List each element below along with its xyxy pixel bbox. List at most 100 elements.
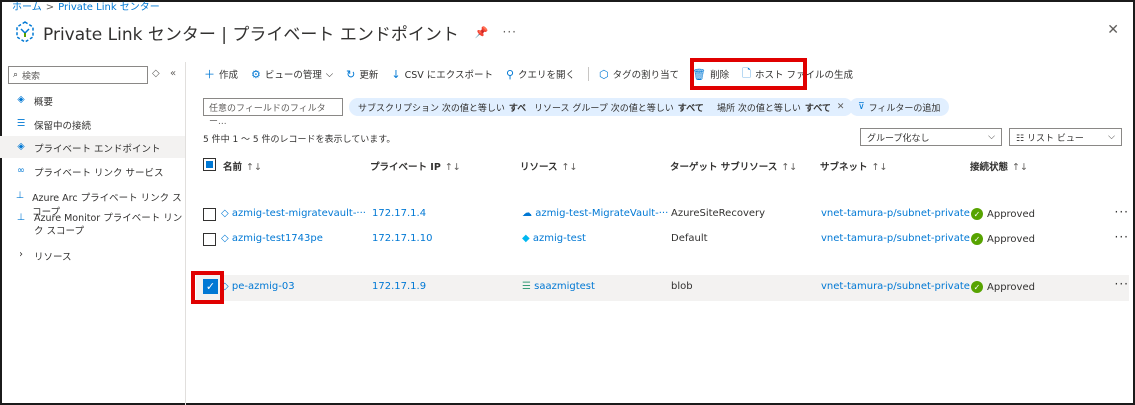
- row-ip: 172.17.1.9: [372, 281, 427, 292]
- remove-filter-icon[interactable]: ✕: [837, 102, 845, 112]
- list-icon: ☰: [16, 118, 26, 129]
- overview-icon: ◈: [17, 94, 25, 105]
- more-options-icon[interactable]: ···: [503, 25, 517, 39]
- list-view-icon: ☷: [1016, 133, 1025, 144]
- search-icon: ⌕: [13, 70, 19, 80]
- sidebar-item-label: 保留中の接続: [34, 121, 92, 132]
- highlight-box: [191, 271, 224, 304]
- row-subnet-link[interactable]: vnet-tamura-p/subnet-private: [821, 281, 970, 292]
- cube-icon: ◆: [522, 233, 530, 244]
- page-title: Private Link センター | プライベート エンドポイント: [43, 24, 459, 45]
- collapse-options-icon[interactable]: ◇: [152, 68, 160, 79]
- checkmark-icon: ✓: [971, 233, 983, 245]
- table-row[interactable]: ◇ azmig-test1743pe 172.17.1.10 ◆ azmig-t…: [196, 228, 1129, 252]
- sidebar-item-label: プライベート リンク サービス: [34, 168, 164, 179]
- row-target: AzureSiteRecovery: [671, 208, 766, 219]
- row-target: blob: [671, 281, 693, 292]
- breadcrumb-home[interactable]: ホーム: [12, 2, 42, 13]
- status-badge: ✓ Approved: [971, 233, 1035, 245]
- view-mode-dropdown[interactable]: ☷ リスト ビュー ⌵: [1009, 128, 1122, 146]
- row-checkbox[interactable]: [203, 233, 216, 249]
- add-filter-button[interactable]: ⊽ フィルターの追加: [849, 98, 950, 116]
- storage-account-icon: ☰: [522, 281, 531, 292]
- sidebar-item-label: Azure Monitor プライベート リンク スコープ: [34, 213, 183, 237]
- row-name-link[interactable]: azmig-test1743pe: [232, 233, 323, 244]
- refresh-button[interactable]: ↻ 更新: [346, 67, 378, 82]
- close-icon[interactable]: ✕: [1107, 22, 1119, 38]
- sort-icon: ↑↓: [781, 162, 798, 173]
- resource-group-filter-pill[interactable]: リソース グループ 次の値と等しいすべて✕: [525, 98, 727, 116]
- sidebar-item-label: 概要: [34, 97, 54, 108]
- sort-icon: ↑↓: [246, 162, 262, 173]
- row-ip: 172.17.1.4: [372, 208, 427, 219]
- row-subnet-link[interactable]: vnet-tamura-p/subnet-private: [821, 208, 970, 219]
- column-header-state[interactable]: 接続状態 ↑↓: [970, 159, 1028, 173]
- endpoint-icon: ◈: [17, 141, 25, 152]
- plus-icon: ＋: [204, 68, 215, 81]
- row-name-link[interactable]: azmig-test-migratevault-···: [232, 208, 366, 219]
- row-more-icon[interactable]: ···: [1115, 205, 1129, 219]
- table-header: 名前 ↑↓ プライベート IP ↑↓ リソース ↑↓ ターゲット サブリソース ↑↓ サ…: [203, 155, 1135, 177]
- column-header-name[interactable]: 名前 ↑↓: [223, 159, 262, 173]
- private-link-icon: [16, 21, 34, 43]
- row-resource-link[interactable]: azmig-test: [533, 233, 586, 244]
- search-placeholder: 検索: [22, 71, 41, 82]
- page-header: Private Link センター | プライベート エンドポイント 📌 ···: [13, 18, 517, 46]
- subscription-filter-pill[interactable]: サブスクリプション 次の値と等しい すべて: [349, 98, 544, 116]
- location-filter-pill[interactable]: 場所 次の値と等しい すべて ✕: [708, 98, 854, 116]
- pin-icon[interactable]: 📌: [475, 26, 489, 39]
- chevron-down-icon: ⌵: [988, 132, 995, 142]
- grouping-dropdown[interactable]: グループ化なし ⌵: [860, 128, 1002, 146]
- row-resource-link[interactable]: azmig-test-MigrateVault-···: [535, 208, 668, 219]
- sidebar-item-overview[interactable]: ◈ 概要: [0, 94, 185, 112]
- query-icon: ⚲: [505, 67, 515, 81]
- table-row-selected[interactable]: ✓ ◇ pe-azmig-03 172.17.1.9 ☰ saazmigtest…: [196, 275, 1129, 301]
- checkmark-icon: ✓: [971, 208, 983, 220]
- row-checkbox[interactable]: [203, 208, 216, 224]
- column-header-target[interactable]: ターゲット サブリソース ↑↓: [670, 159, 797, 173]
- open-query-button[interactable]: ⚲ クエリを開く: [505, 67, 575, 82]
- column-header-resource[interactable]: リソース ↑↓: [520, 159, 577, 173]
- row-resource-link[interactable]: saazmigtest: [534, 281, 595, 292]
- row-name-link[interactable]: pe-azmig-03: [232, 281, 295, 292]
- assign-tags-button[interactable]: ⬡ タグの割り当て: [599, 67, 679, 82]
- sidebar-item-private-endpoint[interactable]: ◈ プライベート エンドポイント: [0, 136, 185, 158]
- status-badge: ✓ Approved: [971, 208, 1035, 220]
- sidebar-item-pending[interactable]: ☰ 保留中の接続: [0, 118, 185, 136]
- breadcrumb-current[interactable]: Private Link センター: [58, 2, 160, 13]
- export-csv-button[interactable]: ↓ CSV にエクスポート: [391, 67, 493, 82]
- toolbar-divider: [588, 67, 590, 81]
- gear-icon: ⚙: [251, 67, 261, 81]
- sort-icon: ↑↓: [444, 162, 461, 173]
- highlight-box: [690, 58, 807, 90]
- column-header-subnet[interactable]: サブネット ↑↓: [820, 159, 887, 173]
- table-row[interactable]: ◇ azmig-test-migratevault-··· 172.17.1.4…: [196, 203, 1129, 227]
- sidebar-item-arc-scope[interactable]: ⊥ Azure Arc プライベート リンク スコープ: [0, 190, 185, 218]
- sort-icon: ↑↓: [871, 162, 888, 173]
- row-subnet-link[interactable]: vnet-tamura-p/subnet-private: [821, 233, 970, 244]
- column-header-ip[interactable]: プライベート IP ↑↓: [370, 159, 461, 173]
- sidebar-search-input[interactable]: ⌕ 検索: [8, 66, 148, 84]
- chevron-right-icon: ›: [19, 249, 23, 260]
- row-more-icon[interactable]: ···: [1115, 277, 1129, 291]
- monitor-scope-icon: ⊥: [16, 212, 26, 223]
- records-count: 5 件中 1 ～ 5 件のレコードを表示しています。: [203, 135, 396, 145]
- row-more-icon[interactable]: ···: [1115, 230, 1129, 244]
- select-all-checkbox[interactable]: [203, 158, 216, 171]
- sidebar-item-resources[interactable]: › リソース: [0, 249, 185, 267]
- tag-icon: ⬡: [599, 67, 609, 81]
- refresh-icon: ↻: [346, 67, 356, 81]
- chevron-down-icon: ⌵: [1108, 132, 1115, 142]
- sidebar-item-link-service[interactable]: ∞ プライベート リンク サービス: [0, 165, 185, 183]
- view-manage-button[interactable]: ⚙ ビューの管理 ⌵: [251, 67, 333, 82]
- sort-icon: ↑↓: [1012, 162, 1028, 173]
- create-button[interactable]: ＋作成: [204, 66, 238, 82]
- filter-input[interactable]: 任意のフィールドのフィルター...: [203, 98, 343, 127]
- sidebar: ⌕ 検索 ◇ « ◈ 概要 ☰ 保留中の接続 ◈ プライベート エンドポイント ∞ プラ…: [0, 62, 186, 405]
- sidebar-item-monitor-scope[interactable]: ⊥ Azure Monitor プライベート リンク スコープ: [0, 212, 185, 240]
- sidebar-item-label: リソース: [34, 252, 72, 263]
- row-target: Default: [671, 233, 708, 244]
- arc-scope-icon: ⊥: [15, 190, 25, 201]
- add-filter-icon: ⊽: [858, 102, 865, 112]
- collapse-sidebar-icon[interactable]: «: [170, 68, 176, 79]
